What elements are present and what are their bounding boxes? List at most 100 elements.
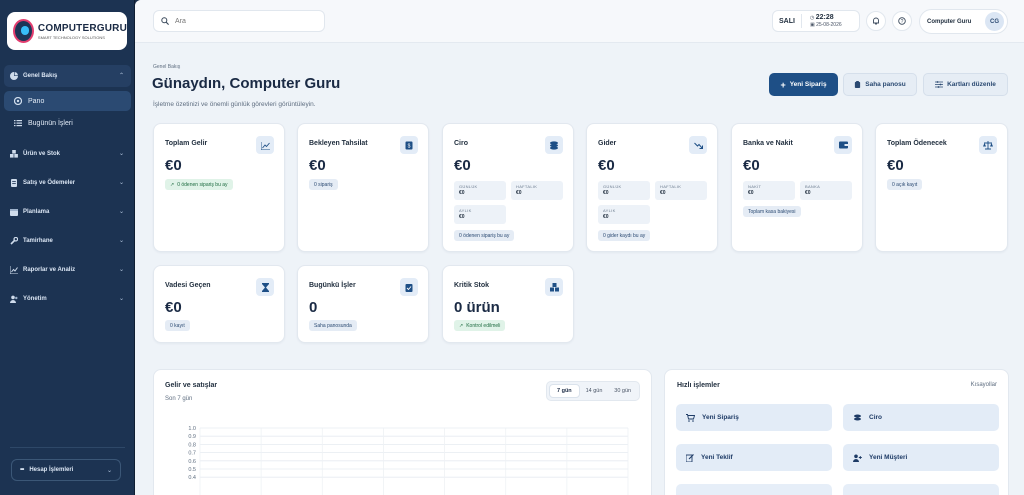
sidebar-item-yonetim[interactable]: Yönetim ⌄ bbox=[4, 288, 131, 310]
card-pill: Toplam kasa bakiyesi bbox=[743, 206, 801, 217]
breadcrumb: Genel Bakış bbox=[153, 64, 181, 70]
boxes-icon bbox=[545, 278, 563, 296]
mini-label: HAFTALIK bbox=[516, 184, 538, 189]
users-icon bbox=[10, 295, 18, 303]
gider-daily: GÜNLÜK €0 bbox=[598, 181, 650, 200]
sidebar-divider bbox=[10, 447, 125, 448]
card-vadesi-gecen[interactable]: Vadesi Geçen €0 0 kayıt bbox=[153, 265, 285, 343]
shortcuts-link[interactable]: Kısayollar bbox=[971, 382, 997, 388]
card-title: Bekleyen Tahsilat bbox=[309, 140, 368, 147]
card-ciro[interactable]: Ciro €0 GÜNLÜK €0 HAFTALIK €0 AYLIK €0 0 öd… bbox=[442, 123, 574, 252]
card-bugunku-isler[interactable]: Bugünkü İşler 0 Saha panosunda bbox=[297, 265, 429, 343]
card-value: 0 bbox=[309, 299, 318, 316]
sidebar-nav: Genel Bakış ⌃ Pano Bugünün İşleri Ürün v… bbox=[4, 65, 131, 317]
sidebar-item-genel-bakis[interactable]: Genel Bakış ⌃ bbox=[4, 65, 131, 87]
chevron-down-icon: ⌄ bbox=[118, 267, 124, 273]
card-value: €0 bbox=[309, 157, 326, 174]
card-title: Vadesi Geçen bbox=[165, 282, 211, 289]
card-value: €0 bbox=[454, 157, 471, 174]
field-panel-button[interactable]: Saha panosu bbox=[843, 73, 917, 96]
trend-down-icon bbox=[689, 136, 707, 154]
calendar-icon bbox=[10, 208, 18, 216]
brand-tagline: SMART TECHNOLOGY SOLUTIONS bbox=[37, 34, 105, 40]
quick-button-more[interactable] bbox=[676, 484, 832, 495]
card-pill: 0 açık kayıt bbox=[887, 179, 923, 190]
mini-label: AYLIK bbox=[459, 208, 472, 213]
arrow-up-icon: ↗ bbox=[170, 181, 175, 188]
mini-value: €0 bbox=[805, 190, 811, 196]
quick-button-more[interactable] bbox=[843, 484, 999, 495]
brand-mark-icon bbox=[13, 19, 34, 43]
card-value: 0 ürün bbox=[454, 299, 500, 316]
page-description: İşletme özetinizi ve önemli günlük görev… bbox=[153, 101, 316, 108]
y-tick-label: 0.6 bbox=[188, 459, 196, 465]
chart-plot: 1.0 0.9 0.8 0.7 0.6 0.5 0.4 bbox=[188, 426, 629, 495]
brand-text: COMPUTERGURU SMART TECHNOLOGY SOLUTIONS bbox=[38, 23, 127, 40]
clipboard-check-icon bbox=[400, 278, 418, 296]
quick-new-customer-button[interactable]: Yeni Müşteri bbox=[843, 444, 999, 471]
card-title: Banka ve Nakit bbox=[743, 140, 793, 147]
sidebar-subitem-pano[interactable]: Pano bbox=[4, 91, 131, 111]
card-gider[interactable]: Gider €0 GÜNLÜK €0 HAFTALIK €0 AYLIK €0 0 g… bbox=[586, 123, 718, 252]
time-value: 22:28 bbox=[815, 13, 834, 21]
card-toplam-gelir[interactable]: Toplam Gelir €0 ↗ 0 ödenen sipariş bu ay bbox=[153, 123, 285, 252]
brand-name: COMPUTERGURU bbox=[37, 22, 127, 34]
mini-value: €0 bbox=[748, 190, 754, 196]
y-tick-label: 0.7 bbox=[188, 451, 196, 457]
help-button[interactable]: ? bbox=[892, 11, 912, 31]
quick-button-label: Yeni Müşteri bbox=[869, 454, 908, 461]
card-kritik-stok[interactable]: Kritik Stok 0 ürün ↗ Kontrol edilmeli bbox=[442, 265, 574, 343]
y-tick-label: 0.5 bbox=[188, 467, 196, 473]
user-name: Computer Guru bbox=[927, 18, 972, 25]
mini-value: €0 bbox=[459, 214, 465, 220]
search-input[interactable] bbox=[175, 17, 315, 25]
sidebar-item-label: Planlama bbox=[23, 209, 50, 215]
time-row: ◷ 22:28 bbox=[810, 14, 842, 22]
mini-label: BANKA bbox=[805, 184, 821, 189]
brand-logo[interactable]: COMPUTERGURU SMART TECHNOLOGY SOLUTIONS bbox=[7, 12, 127, 50]
search-box[interactable] bbox=[153, 10, 325, 32]
sidebar-item-planlama[interactable]: Planlama ⌄ bbox=[4, 201, 131, 223]
card-title: Toplam Gelir bbox=[165, 140, 208, 147]
card-toplam-odenecek[interactable]: Toplam Ödenecek €0 0 açık kayıt bbox=[875, 123, 1008, 252]
user-menu[interactable]: Computer Guru CG bbox=[919, 9, 1008, 34]
mini-value: €0 bbox=[660, 190, 666, 196]
new-order-label: Yeni Sipariş bbox=[789, 81, 827, 88]
main-content: SALI ◷ 22:28 ▣ 25-08-2026 ? Computer Gur… bbox=[135, 0, 1024, 495]
sidebar-item-label: Yönetim bbox=[23, 296, 47, 302]
arrow-up-icon: ↗ bbox=[459, 322, 464, 329]
sidebar-item-label: Satış ve Ödemeler bbox=[23, 180, 76, 186]
quick-new-order-button[interactable]: Yeni Sipariş bbox=[676, 404, 832, 431]
card-bekleyen-tahsilat[interactable]: Bekleyen Tahsilat $ €0 0 sipariş bbox=[297, 123, 429, 252]
date-value: 25-08-2026 bbox=[816, 21, 842, 28]
banka-cash: NAKİT €0 bbox=[743, 181, 795, 200]
card-value: €0 bbox=[743, 157, 760, 174]
mini-value: €0 bbox=[516, 190, 522, 196]
quick-new-quote-button[interactable]: Yeni Teklif bbox=[676, 444, 832, 471]
new-order-button[interactable]: + Yeni Sipariş bbox=[769, 73, 838, 96]
account-menu-button[interactable]: ••• Hesap İşlemleri ⌄ bbox=[11, 459, 121, 481]
card-banka-nakit[interactable]: Banka ve Nakit €0 NAKİT €0 BANKA €0 Toplam… bbox=[731, 123, 863, 252]
edit-cards-label: Kartları düzenle bbox=[947, 81, 996, 88]
notifications-button[interactable] bbox=[866, 11, 886, 31]
mini-label: NAKİT bbox=[748, 184, 762, 189]
chevron-down-icon: ⌄ bbox=[118, 151, 124, 157]
card-title: Gider bbox=[598, 140, 617, 147]
sidebar-item-satis-odemeler[interactable]: Satış ve Ödemeler ⌄ bbox=[4, 172, 131, 194]
wallet-icon bbox=[834, 136, 852, 154]
plus-icon: + bbox=[780, 79, 786, 90]
quick-ciro-button[interactable]: Ciro bbox=[843, 404, 999, 431]
boxes-icon bbox=[10, 150, 18, 158]
card-title: Toplam Ödenecek bbox=[887, 140, 947, 147]
quick-actions-title: Hızlı işlemler bbox=[677, 382, 720, 389]
hourglass-icon bbox=[256, 278, 274, 296]
sidebar-item-urun-stok[interactable]: Ürün ve Stok ⌄ bbox=[4, 143, 131, 165]
sidebar-item-tamirhane[interactable]: Tamirhane ⌄ bbox=[4, 230, 131, 252]
sidebar-subitem-bugunun-isleri[interactable]: Bugünün İşleri bbox=[4, 113, 131, 133]
sidebar-item-raporlar[interactable]: Raporlar ve Analiz ⌄ bbox=[4, 259, 131, 281]
sliders-icon bbox=[935, 81, 944, 88]
list-icon bbox=[14, 119, 22, 127]
edit-cards-button[interactable]: Kartları düzenle bbox=[923, 73, 1008, 96]
mini-label: AYLIK bbox=[603, 208, 616, 213]
ciro-weekly: HAFTALIK €0 bbox=[511, 181, 563, 200]
